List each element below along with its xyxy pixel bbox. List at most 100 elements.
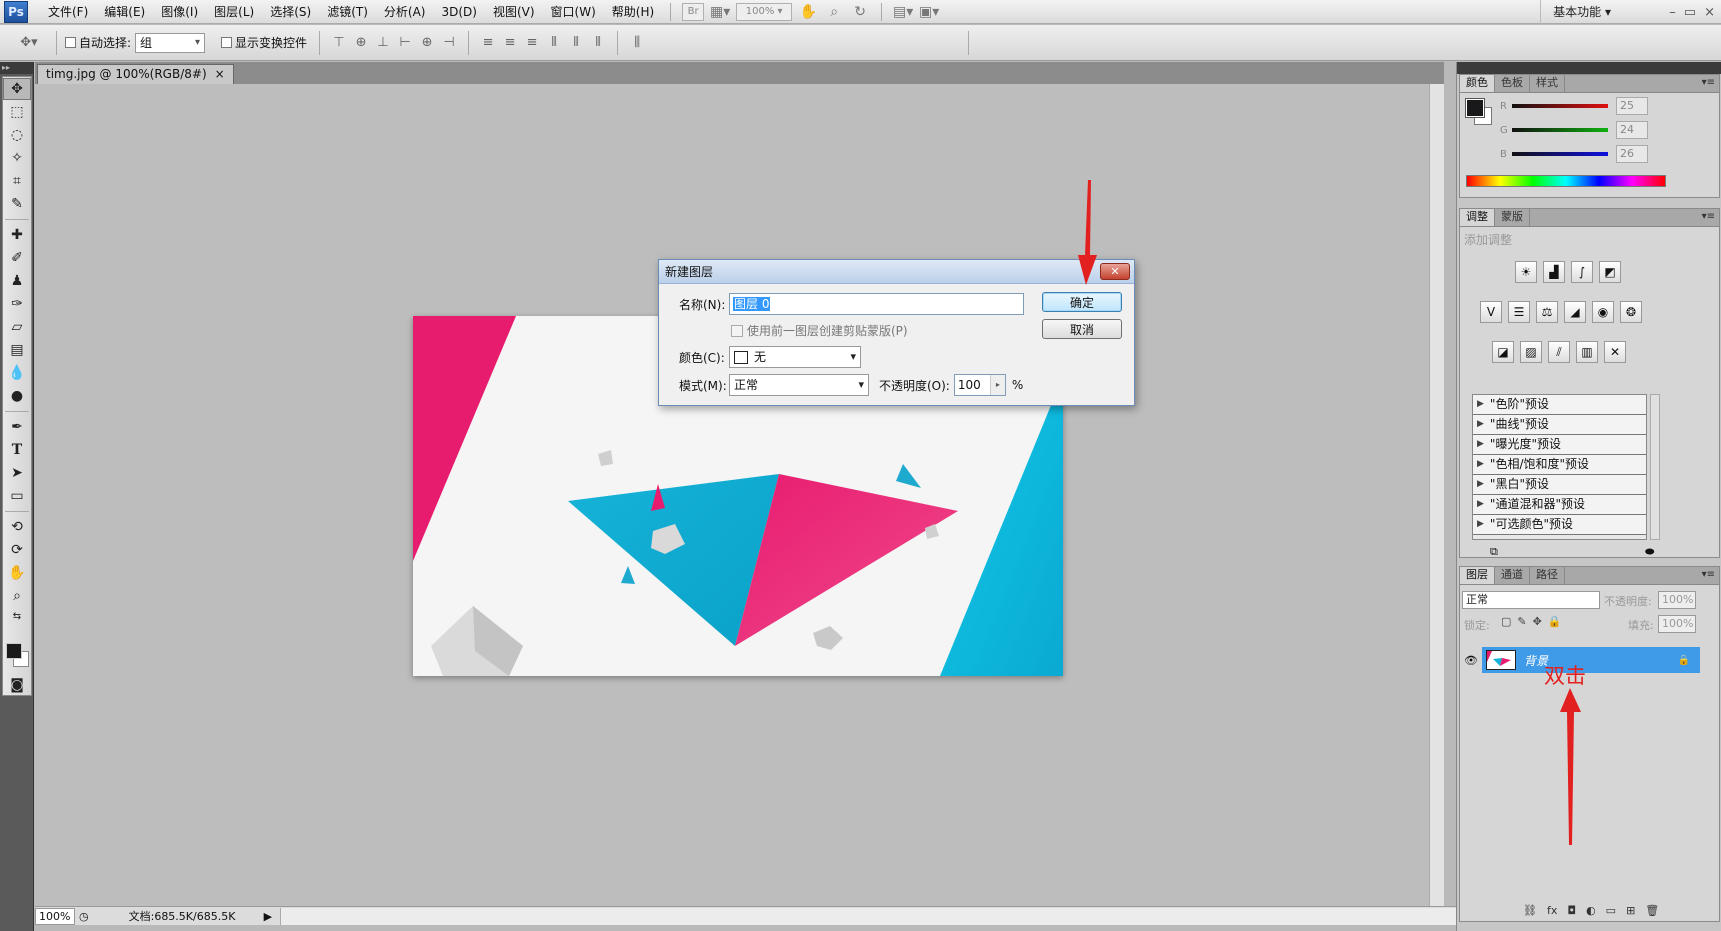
auto-select-checkbox[interactable] — [65, 37, 76, 48]
adjustment-footer-icons[interactable]: ⬬ — [1645, 545, 1654, 559]
move-tool-icon[interactable]: ✥ — [3, 78, 31, 100]
rotate-view-icon[interactable]: ↻ — [849, 2, 871, 22]
menu-edit[interactable]: 编辑(E) — [96, 0, 153, 24]
invert-icon[interactable]: ◪ — [1492, 341, 1514, 363]
history-brush-tool-icon[interactable]: ✑ — [3, 293, 31, 315]
menu-image[interactable]: 图像(I) — [153, 0, 206, 24]
lasso-tool-icon[interactable]: ◌ — [3, 124, 31, 146]
align-right-icon[interactable]: ⊣ — [440, 34, 458, 52]
marquee-tool-icon[interactable]: ⬚ — [3, 101, 31, 123]
auto-select-dropdown[interactable]: 组 — [135, 32, 206, 53]
threshold-icon[interactable]: ⫽ — [1548, 341, 1570, 363]
preset-channel-mixer[interactable]: ▶ "通道混和器"预设 — [1473, 495, 1646, 515]
green-value[interactable]: 24 — [1616, 121, 1648, 139]
lock-image-icon[interactable]: ✎ — [1517, 615, 1526, 628]
brush-tool-icon[interactable]: ✐ — [3, 247, 31, 269]
close-button[interactable]: × — [1704, 5, 1715, 20]
clone-stamp-tool-icon[interactable]: ♟ — [3, 270, 31, 292]
panel-menu-icon[interactable]: ▾≡ — [1702, 569, 1715, 580]
menu-filter[interactable]: 滤镜(T) — [319, 0, 376, 24]
channel-mixer-icon[interactable]: ❂ — [1620, 301, 1642, 323]
bridge-button[interactable]: Br — [682, 2, 705, 21]
path-selection-tool-icon[interactable]: ➤ — [3, 462, 31, 484]
quick-mask-icon[interactable]: ◙ — [3, 674, 31, 696]
cancel-button[interactable]: 取消 — [1042, 319, 1122, 339]
vibrance-icon[interactable]: V — [1480, 301, 1502, 323]
brightness-contrast-icon[interactable]: ☀ — [1515, 261, 1537, 283]
black-white-icon[interactable]: ◢ — [1564, 301, 1586, 323]
new-adjustment-icon[interactable]: ◐ — [1586, 904, 1596, 917]
status-preview-icon[interactable]: ◷ — [79, 910, 89, 923]
blend-mode-select[interactable]: 正常 — [1462, 591, 1600, 609]
foreground-color-swatch[interactable] — [6, 643, 22, 659]
distribute-vcenter-icon[interactable]: ≡ — [501, 34, 519, 52]
status-zoom-field[interactable]: 100% — [35, 907, 75, 925]
preset-exposure[interactable]: ▶ "曝光度"预设 — [1473, 435, 1646, 455]
color-balance-icon[interactable]: ⚖ — [1536, 301, 1558, 323]
view-extras-icon[interactable]: ▦▾ — [709, 2, 731, 22]
distribute-left-icon[interactable]: ⦀ — [545, 34, 563, 52]
blue-slider[interactable] — [1512, 152, 1608, 156]
clip-mask-checkbox[interactable] — [731, 324, 743, 337]
dock-collapse-strip[interactable] — [1457, 62, 1721, 74]
eraser-tool-icon[interactable]: ▱ — [3, 316, 31, 338]
new-group-icon[interactable]: ▭ — [1606, 904, 1616, 917]
zoom-level-select[interactable]: 100% ▾ — [736, 2, 793, 21]
tab-adjustments[interactable]: 调整 — [1460, 209, 1495, 226]
dialog-title-bar[interactable]: 新建图层 ✕ — [659, 260, 1134, 284]
distribute-hcenter-icon[interactable]: ⦀ — [567, 34, 585, 52]
tab-paths[interactable]: 路径 — [1530, 567, 1565, 584]
color-select[interactable]: 无 — [729, 346, 861, 368]
red-slider[interactable] — [1512, 104, 1608, 108]
arrange-documents-icon[interactable]: ▤▾ — [892, 2, 914, 22]
levels-icon[interactable]: ▟ — [1543, 261, 1565, 283]
preset-scrollbar[interactable] — [1650, 394, 1660, 540]
preset-levels[interactable]: ▶ "色阶"预设 — [1473, 395, 1646, 415]
type-tool-icon[interactable]: T — [3, 439, 31, 461]
distribute-bottom-icon[interactable]: ≡ — [523, 34, 541, 52]
healing-brush-tool-icon[interactable]: ✚ — [3, 224, 31, 246]
menu-help[interactable]: 帮助(H) — [604, 0, 662, 24]
auto-align-icon[interactable]: ⫼ — [628, 34, 646, 52]
horizontal-scrollbar[interactable] — [280, 907, 1459, 925]
photo-filter-icon[interactable]: ◉ — [1592, 301, 1614, 323]
panel-menu-icon[interactable]: ▾≡ — [1702, 77, 1715, 88]
layer-row-background[interactable]: 背景 🔒 — [1482, 647, 1700, 673]
preset-selective-color[interactable]: ▶ "可选颜色"预设 — [1473, 515, 1646, 535]
minimize-button[interactable]: – — [1669, 5, 1676, 20]
align-left-icon[interactable]: ⊢ — [396, 34, 414, 52]
layer-name-input[interactable]: 图层 0 — [729, 293, 1024, 315]
hand-tool-icon[interactable]: ✋ — [797, 2, 819, 22]
swap-colors-icon[interactable]: ⇆ — [3, 608, 31, 624]
menu-file[interactable]: 文件(F) — [40, 0, 96, 24]
exposure-icon[interactable]: ◩ — [1599, 261, 1621, 283]
move-tool-preset-icon[interactable]: ✥▾ — [12, 34, 46, 52]
mode-select[interactable]: 正常 — [729, 374, 869, 396]
clip-to-layer-icon[interactable]: ⧉ — [1490, 545, 1498, 559]
align-bottom-icon[interactable]: ⊥ — [374, 34, 392, 52]
shape-tool-icon[interactable]: ▭ — [3, 485, 31, 507]
opacity-input[interactable]: 100 ▸ — [953, 374, 1006, 396]
tab-masks[interactable]: 蒙版 — [1495, 209, 1530, 226]
fill-field[interactable]: 100% — [1658, 615, 1696, 633]
visibility-eye-icon[interactable]: 👁 — [1462, 647, 1480, 673]
menu-layer[interactable]: 图层(L) — [206, 0, 262, 24]
document-tab-close-icon[interactable]: × — [215, 65, 225, 84]
tab-color[interactable]: 颜色 — [1460, 75, 1495, 92]
foreground-swatch[interactable] — [1465, 98, 1485, 118]
menu-analysis[interactable]: 分析(A) — [376, 0, 434, 24]
lock-transparent-icon[interactable]: ▢ — [1501, 615, 1511, 628]
selective-color-icon[interactable]: ✕ — [1604, 341, 1626, 363]
link-layers-icon[interactable]: ⛓ — [1523, 904, 1537, 917]
delete-layer-icon[interactable]: 🗑 — [1645, 904, 1659, 917]
red-value[interactable]: 25 — [1616, 97, 1648, 115]
maximize-button[interactable]: ▭ — [1684, 5, 1696, 20]
layers-opacity-field[interactable]: 100% — [1658, 591, 1696, 609]
blue-value[interactable]: 26 — [1616, 145, 1648, 163]
status-menu-arrow-icon[interactable]: ▶ — [264, 910, 272, 923]
crop-tool-icon[interactable]: ⌗ — [3, 170, 31, 192]
lock-all-icon[interactable]: 🔒 — [1548, 615, 1562, 628]
document-tab[interactable]: timg.jpg @ 100%(RGB/8#) × — [37, 64, 234, 84]
align-hcenter-icon[interactable]: ⊕ — [418, 34, 436, 52]
distribute-top-icon[interactable]: ≡ — [479, 34, 497, 52]
